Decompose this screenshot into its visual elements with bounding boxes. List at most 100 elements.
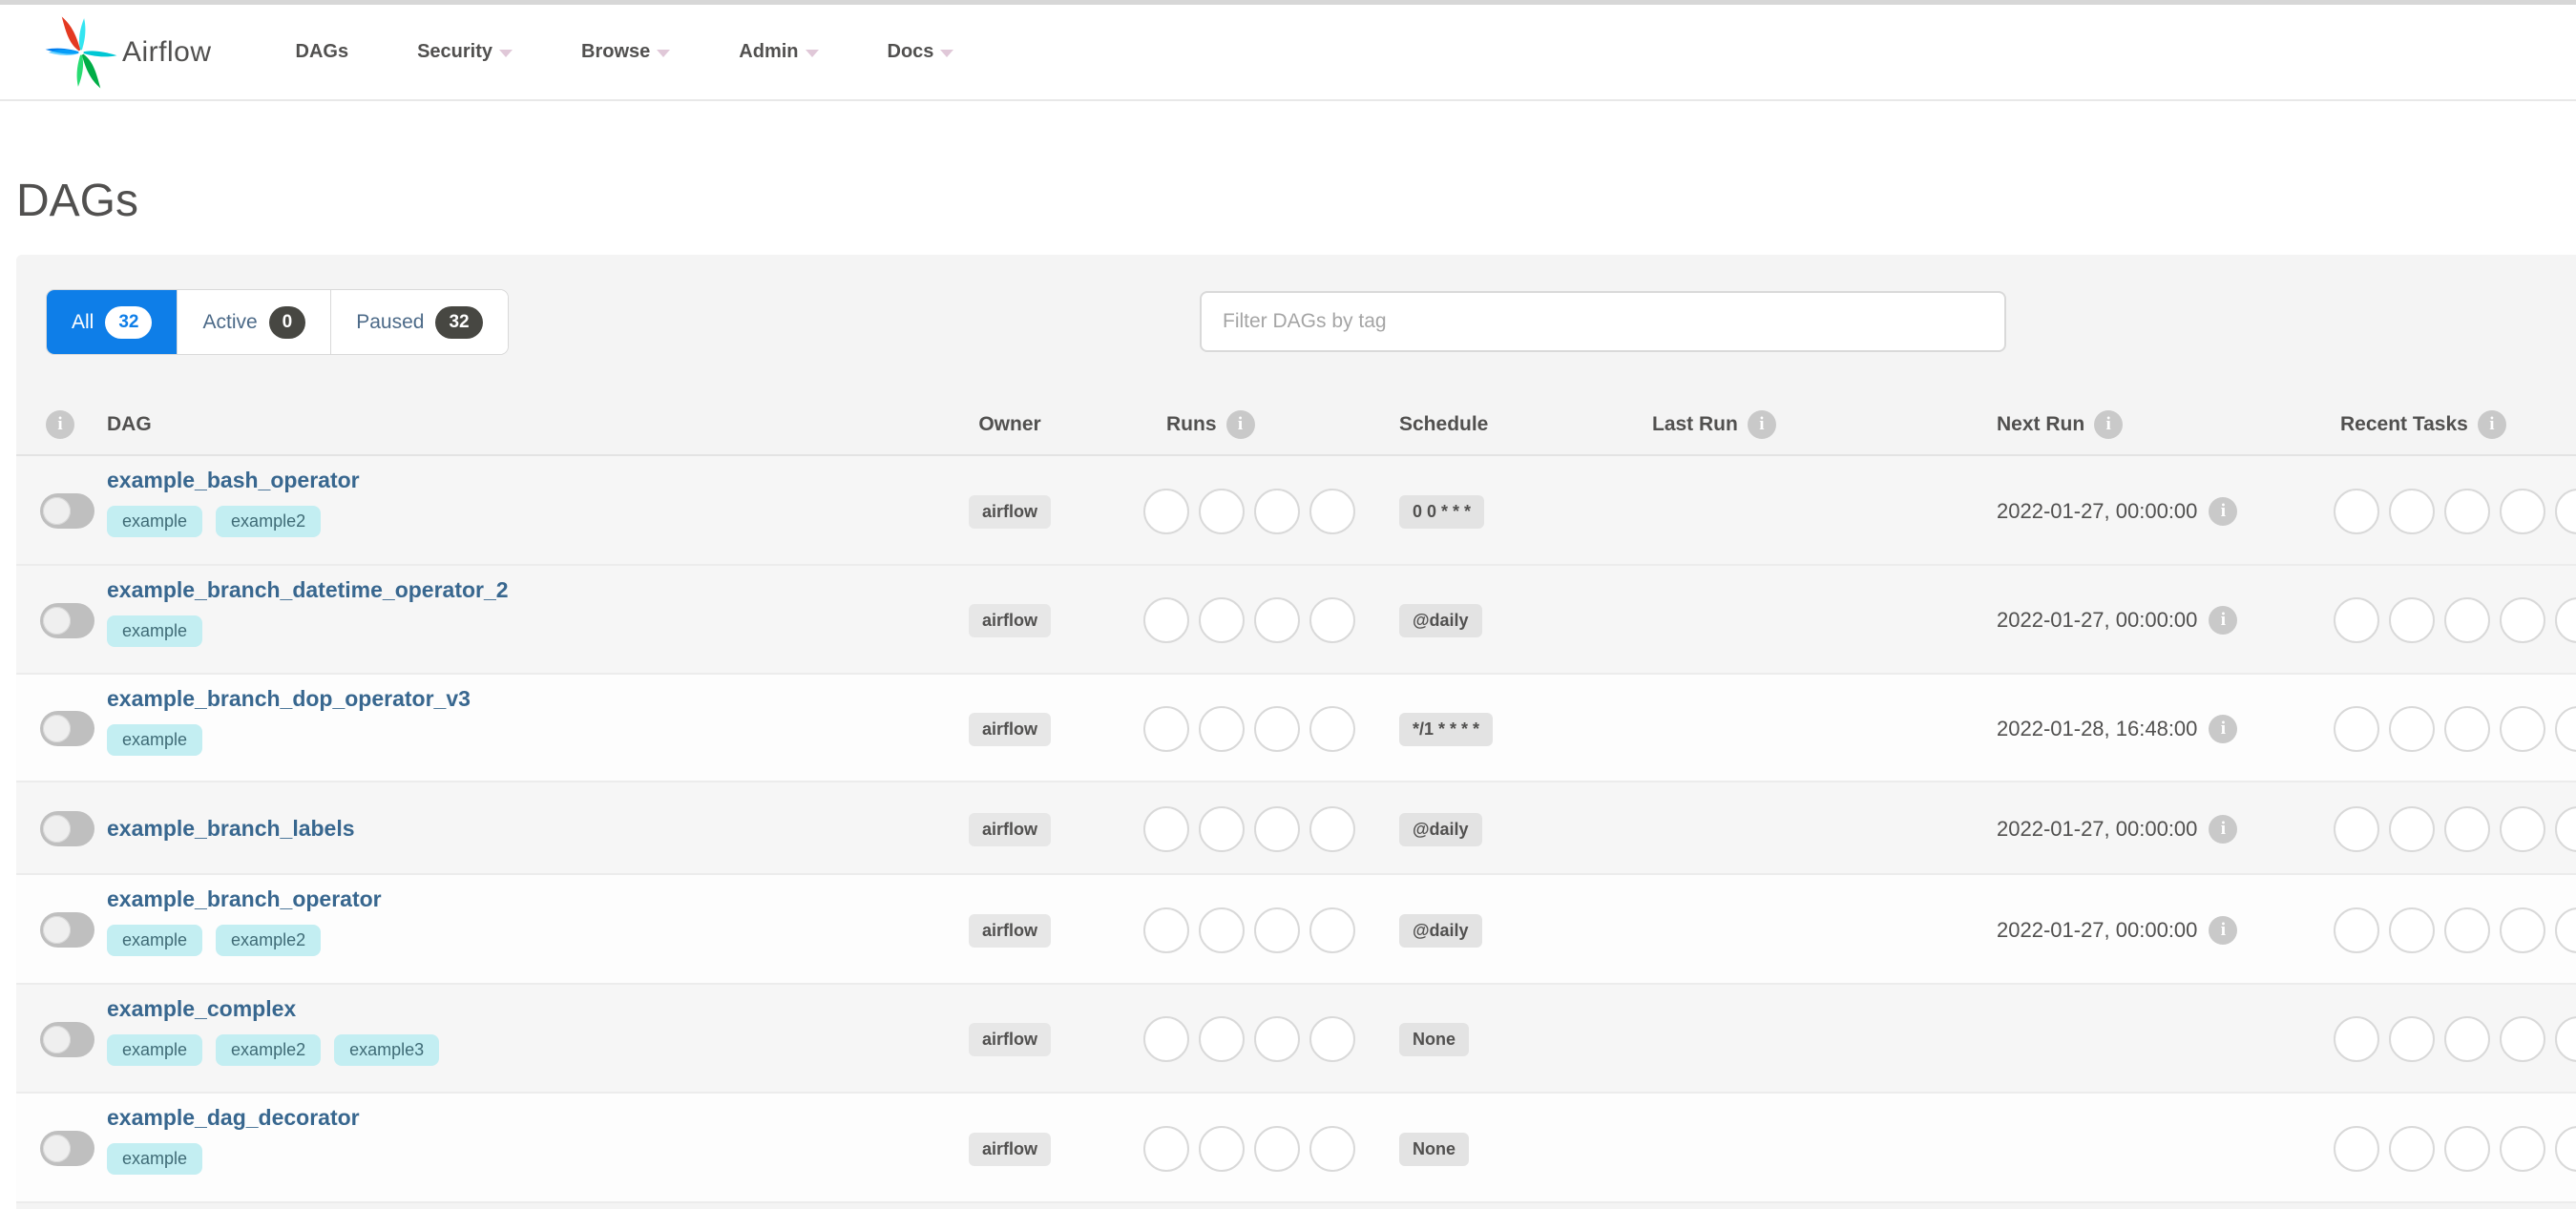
info-icon[interactable]: i [2209, 814, 2238, 844]
recent-task-circle[interactable] [2444, 805, 2490, 852]
recent-task-circle[interactable] [2444, 1125, 2490, 1172]
filter-dags-by-tag-input[interactable] [1200, 291, 2006, 352]
dag-pause-toggle[interactable] [40, 602, 94, 638]
run-status-circle[interactable] [1199, 1016, 1245, 1062]
info-icon[interactable]: i [2209, 714, 2238, 743]
run-status-circle[interactable] [1143, 1016, 1189, 1062]
recent-task-circle[interactable] [2555, 597, 2576, 643]
info-icon[interactable]: i [2209, 496, 2238, 526]
info-icon[interactable]: i [46, 409, 74, 439]
info-icon[interactable]: i [2094, 409, 2124, 439]
recent-task-circle[interactable] [2334, 907, 2379, 953]
recent-task-circle[interactable] [2500, 1125, 2545, 1172]
recent-task-circle[interactable] [2500, 805, 2545, 852]
run-status-circle[interactable] [1143, 805, 1189, 852]
run-status-circle[interactable] [1254, 1016, 1300, 1062]
dag-pause-toggle[interactable] [40, 912, 94, 948]
column-header-last-run[interactable]: Last Run i [1652, 409, 1776, 439]
run-status-circle[interactable] [1309, 597, 1355, 643]
recent-task-circle[interactable] [2389, 907, 2435, 953]
dag-name-link[interactable]: example_branch_labels [107, 816, 355, 842]
owner-badge[interactable]: airflow [968, 604, 1052, 637]
run-status-circle[interactable] [1309, 1016, 1355, 1062]
recent-task-circle[interactable] [2500, 488, 2545, 534]
tab-active[interactable]: Active 0 [178, 290, 332, 354]
dag-pause-toggle[interactable] [40, 811, 94, 846]
run-status-circle[interactable] [1254, 907, 1300, 953]
dag-pause-toggle[interactable] [40, 493, 94, 529]
recent-task-circle[interactable] [2334, 705, 2379, 752]
column-header-runs[interactable]: Runs i [1166, 409, 1255, 439]
recent-task-circle[interactable] [2444, 1016, 2490, 1062]
dag-pause-toggle[interactable] [40, 711, 94, 746]
recent-task-circle[interactable] [2444, 488, 2490, 534]
recent-task-circle[interactable] [2389, 805, 2435, 852]
recent-task-circle[interactable] [2389, 488, 2435, 534]
recent-task-circle[interactable] [2555, 488, 2576, 534]
run-status-circle[interactable] [1254, 705, 1300, 752]
dag-name-link[interactable]: example_branch_datetime_operator_2 [107, 577, 509, 603]
nav-item-security[interactable]: Security [417, 41, 513, 63]
run-status-circle[interactable] [1309, 907, 1355, 953]
run-status-circle[interactable] [1143, 488, 1189, 534]
tab-paused[interactable]: Paused 32 [331, 290, 508, 354]
run-status-circle[interactable] [1199, 805, 1245, 852]
dag-name-link[interactable]: example_branch_dop_operator_v3 [107, 686, 471, 712]
run-status-circle[interactable] [1199, 488, 1245, 534]
run-status-circle[interactable] [1143, 907, 1189, 953]
run-status-circle[interactable] [1309, 705, 1355, 752]
schedule-badge[interactable]: @daily [1399, 913, 1482, 948]
nav-item-docs[interactable]: Docs [888, 41, 954, 63]
recent-task-circle[interactable] [2389, 1016, 2435, 1062]
recent-task-circle[interactable] [2555, 705, 2576, 752]
recent-task-circle[interactable] [2389, 705, 2435, 752]
run-status-circle[interactable] [1254, 805, 1300, 852]
column-header-schedule[interactable]: Schedule [1399, 413, 1488, 436]
recent-task-circle[interactable] [2334, 488, 2379, 534]
schedule-badge[interactable]: @daily [1399, 812, 1482, 846]
dag-tag[interactable]: example [107, 1143, 203, 1175]
recent-task-circle[interactable] [2555, 1125, 2576, 1172]
recent-task-circle[interactable] [2500, 597, 2545, 643]
owner-badge[interactable]: airflow [968, 913, 1052, 948]
recent-task-circle[interactable] [2334, 805, 2379, 852]
recent-task-circle[interactable] [2389, 597, 2435, 643]
run-status-circle[interactable] [1199, 907, 1245, 953]
column-header-dag[interactable]: DAG [107, 413, 152, 436]
run-status-circle[interactable] [1309, 488, 1355, 534]
dag-pause-toggle[interactable] [40, 1131, 94, 1166]
run-status-circle[interactable] [1199, 705, 1245, 752]
recent-task-circle[interactable] [2555, 907, 2576, 953]
owner-badge[interactable]: airflow [968, 494, 1052, 529]
info-icon[interactable]: i [1747, 409, 1776, 439]
dag-tag[interactable]: example [107, 1034, 203, 1066]
run-status-circle[interactable] [1143, 705, 1189, 752]
recent-task-circle[interactable] [2555, 1016, 2576, 1062]
run-status-circle[interactable] [1143, 597, 1189, 643]
dag-tag[interactable]: example3 [334, 1034, 440, 1066]
schedule-badge[interactable]: None [1399, 1023, 1469, 1056]
info-icon[interactable]: i [2477, 409, 2506, 439]
dag-tag[interactable]: example2 [216, 506, 322, 537]
owner-badge[interactable]: airflow [968, 1023, 1052, 1056]
run-status-circle[interactable] [1254, 1125, 1300, 1172]
owner-badge[interactable]: airflow [968, 1132, 1052, 1166]
dag-tag[interactable]: example2 [216, 1034, 322, 1066]
recent-task-circle[interactable] [2500, 705, 2545, 752]
schedule-badge[interactable]: */1 * * * * [1399, 712, 1494, 746]
schedule-badge[interactable]: None [1399, 1132, 1469, 1166]
info-icon[interactable]: i [1225, 409, 1255, 439]
info-icon[interactable]: i [2209, 606, 2238, 635]
info-icon[interactable]: i [2209, 915, 2238, 945]
schedule-badge[interactable]: 0 0 * * * [1399, 494, 1485, 529]
dag-name-link[interactable]: example_dag_decorator [107, 1105, 360, 1131]
recent-task-circle[interactable] [2334, 1125, 2379, 1172]
owner-badge[interactable]: airflow [968, 812, 1052, 846]
owner-badge[interactable]: airflow [968, 712, 1052, 746]
run-status-circle[interactable] [1199, 597, 1245, 643]
dag-name-link[interactable]: example_branch_operator [107, 886, 382, 912]
run-status-circle[interactable] [1143, 1125, 1189, 1172]
tab-all[interactable]: All 32 [47, 290, 178, 354]
run-status-circle[interactable] [1254, 597, 1300, 643]
dag-tag[interactable]: example [107, 724, 203, 756]
